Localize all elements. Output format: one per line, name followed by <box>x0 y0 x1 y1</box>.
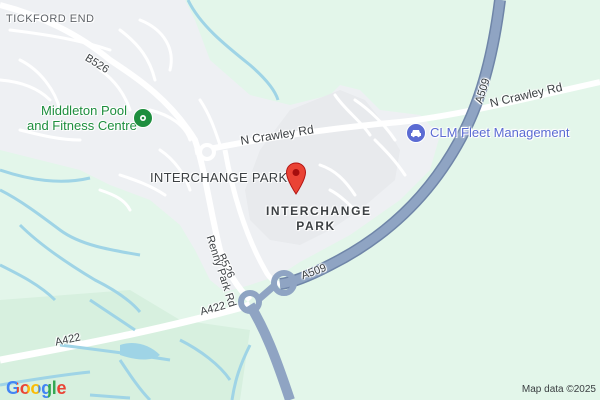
middleton-pool-line1: Middleton Pool <box>41 103 127 118</box>
google-logo-text: Google <box>6 378 67 398</box>
map-canvas[interactable]: TICKFORD END B526 B526 N Crawley Rd N Cr… <box>0 0 600 400</box>
map-data-attribution[interactable]: Map data ©2025 <box>522 384 596 395</box>
car-service-icon[interactable] <box>406 123 426 143</box>
middleton-pool-label[interactable]: Middleton Pool and Fitness Centre <box>27 103 137 133</box>
interchange-park-area-label: INTERCHANGE PARK <box>150 170 288 185</box>
fitness-glyph <box>140 115 146 121</box>
interchange-park-district-label: INTERCHANGE PARK <box>266 204 372 234</box>
fitness-centre-icon[interactable] <box>133 108 153 128</box>
car-glyph <box>411 130 421 138</box>
google-logo[interactable]: Google <box>6 378 67 399</box>
middleton-pool-line2: and Fitness Centre <box>27 118 137 133</box>
clm-fleet-management-label[interactable]: CLM Fleet Management <box>430 125 569 140</box>
red-location-pin-icon[interactable] <box>285 162 307 196</box>
interchange-park-line2: PARK <box>296 219 336 233</box>
interchange-park-line1: INTERCHANGE <box>266 204 372 218</box>
tickford-end-label: TICKFORD END <box>6 13 95 25</box>
